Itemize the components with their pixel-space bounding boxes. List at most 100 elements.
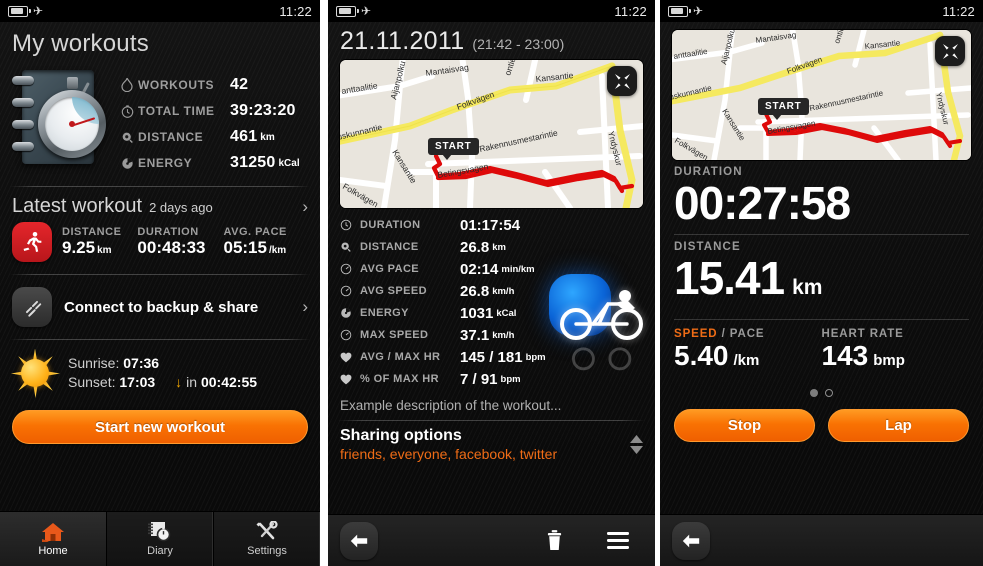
divider	[10, 339, 310, 340]
tab-home[interactable]: Home	[0, 512, 106, 566]
stat-row-distance: DISTANCE 461 km	[116, 124, 310, 150]
back-arrow-icon[interactable]	[672, 521, 710, 560]
workout-date-header: 21.11.2011 (21:42 - 23:00)	[328, 22, 655, 60]
pace-icon	[340, 263, 360, 275]
energy-icon	[116, 157, 138, 170]
detail-label: DURATION	[360, 219, 421, 231]
expand-icon[interactable]	[607, 66, 637, 96]
countdown-value: 00:42:55	[200, 374, 258, 390]
page-title: My workouts	[12, 30, 149, 57]
trash-icon[interactable]	[546, 530, 563, 551]
start-marker: START	[428, 138, 479, 160]
distance-icon	[340, 241, 360, 253]
airplane-mode-icon: ✈	[693, 4, 704, 18]
live-distance-block: DISTANCE 15.41 km	[660, 235, 983, 313]
speed-unit: /km	[733, 352, 760, 369]
detail-value: 37.1	[460, 326, 490, 344]
stat-value: 31250	[230, 154, 276, 171]
tab-label: Home	[38, 545, 68, 557]
sun-icon	[12, 348, 58, 396]
sunrise-value: 07:36	[123, 355, 160, 371]
chevron-right-icon[interactable]: ›	[302, 297, 308, 317]
detail-value: 145 / 181	[460, 348, 523, 366]
detail-value: 02:14	[460, 260, 499, 278]
detail-row-distance: DISTANCE 26.8 km	[340, 236, 655, 258]
detail-value: 26.8	[460, 282, 490, 300]
stat-label: WORKOUTS	[138, 78, 215, 92]
divider	[10, 186, 310, 187]
latest-workout-header[interactable]: Latest workout 2 days ago ›	[0, 191, 320, 220]
speed-label-highlight: SPEED	[674, 328, 718, 340]
detail-label: DISTANCE	[360, 241, 419, 253]
sunrise-line: Sunrise: 07:36	[68, 354, 257, 373]
tab-label: Diary	[147, 545, 173, 557]
page-dot-active[interactable]	[810, 389, 818, 397]
heart-rate-block: HEART RATE 143 bmp	[822, 328, 970, 377]
flame-icon	[116, 78, 138, 92]
detail-value: 26.8	[460, 238, 490, 256]
sharing-options-row[interactable]: Sharing options friends, everyone, faceb…	[328, 425, 655, 462]
hamburger-menu-icon[interactable]	[607, 532, 629, 549]
route-map[interactable]: anttaalitie Aijanpolku Mantaisvag ontie …	[672, 30, 971, 160]
bottom-toolbar	[328, 514, 655, 566]
stepper-updown-icon[interactable]	[630, 435, 643, 454]
settings-icon	[256, 521, 278, 540]
chevron-right-icon[interactable]: ›	[302, 197, 308, 217]
route-map[interactable]: anttaalitie Aijanpolku Mantaisvag ontie …	[340, 60, 643, 208]
expand-icon[interactable]	[935, 36, 965, 66]
workout-description[interactable]: Example description of the workout...	[328, 390, 655, 413]
heart-icon	[340, 352, 360, 363]
start-new-workout-button[interactable]: Start new workout	[12, 410, 308, 444]
detail-label: AVG PACE	[360, 263, 420, 275]
airplane-mode-icon: ✈	[361, 4, 372, 18]
detail-row-duration: DURATION 01:17:54	[340, 214, 655, 236]
distance-value: 15.41	[674, 252, 785, 304]
stop-button[interactable]: Stop	[674, 409, 815, 442]
detail-unit: km/h	[492, 285, 515, 297]
speed-label-rest: / PACE	[717, 328, 765, 340]
stat-label: TOTAL TIME	[138, 104, 215, 118]
stopwatch-notebook-icon	[8, 66, 110, 176]
cycling-glyph	[560, 290, 643, 340]
tab-label: Settings	[247, 545, 287, 557]
status-time: 11:22	[942, 3, 975, 19]
metric-value: 05:15	[223, 238, 267, 257]
connect-backup-share-row[interactable]: Connect to backup & share ›	[0, 279, 320, 335]
heart-rate-value: 143	[821, 340, 869, 371]
stat-unit: kCal	[278, 157, 300, 169]
page-dot[interactable]	[825, 389, 833, 397]
sunrise-label: Sunrise:	[68, 355, 120, 371]
stat-row-energy: ENERGY 31250 kCal	[116, 150, 310, 176]
metric-avg-pace: AVG. PACE 05:15/km	[223, 226, 286, 258]
page-indicator[interactable]	[660, 389, 983, 397]
detail-unit: min/km	[501, 263, 535, 275]
home-icon	[42, 523, 64, 542]
latest-workout-summary[interactable]: DISTANCE 9.25 km DURATION 00:48:33 AVG. P…	[0, 220, 320, 270]
diary-icon	[148, 522, 171, 542]
tab-diary[interactable]: Diary	[106, 512, 213, 566]
running-icon	[12, 222, 52, 262]
metric-unit: /km	[268, 245, 287, 256]
stat-label: ENERGY	[138, 156, 193, 170]
lap-button[interactable]: Lap	[828, 409, 969, 442]
metric-label: DISTANCE	[62, 226, 122, 238]
heart-icon	[340, 374, 360, 385]
back-arrow-icon[interactable]	[340, 521, 378, 560]
summary-hero: WORKOUTS 42 TOTAL TIME 39:23:20 DISTANCE…	[0, 62, 320, 182]
sunset-countdown: ↓ in 00:42:55	[175, 373, 257, 392]
metric-label: AVG. PACE	[223, 226, 287, 238]
tab-settings[interactable]: Settings	[213, 512, 320, 566]
latest-workout-subtitle: 2 days ago	[149, 200, 213, 215]
live-secondary-metrics: SPEED / PACE 5.40/km HEART RATE 143 bmp	[660, 320, 983, 377]
detail-label: AVG / MAX HR	[360, 351, 441, 363]
status-bar: ✈ 11:22	[660, 0, 983, 22]
status-time: 11:22	[614, 3, 647, 19]
start-marker: START	[758, 98, 809, 120]
stat-value: 461	[230, 128, 258, 145]
detail-value: 01:17:54	[460, 216, 521, 234]
speed-pace-block[interactable]: SPEED / PACE 5.40/km	[674, 328, 822, 377]
countdown-prefix: in	[186, 374, 197, 390]
live-duration-block: DURATION 00:27:58	[660, 160, 983, 228]
detail-unit: bpm	[500, 373, 521, 385]
sunset-label: Sunset:	[68, 374, 116, 390]
